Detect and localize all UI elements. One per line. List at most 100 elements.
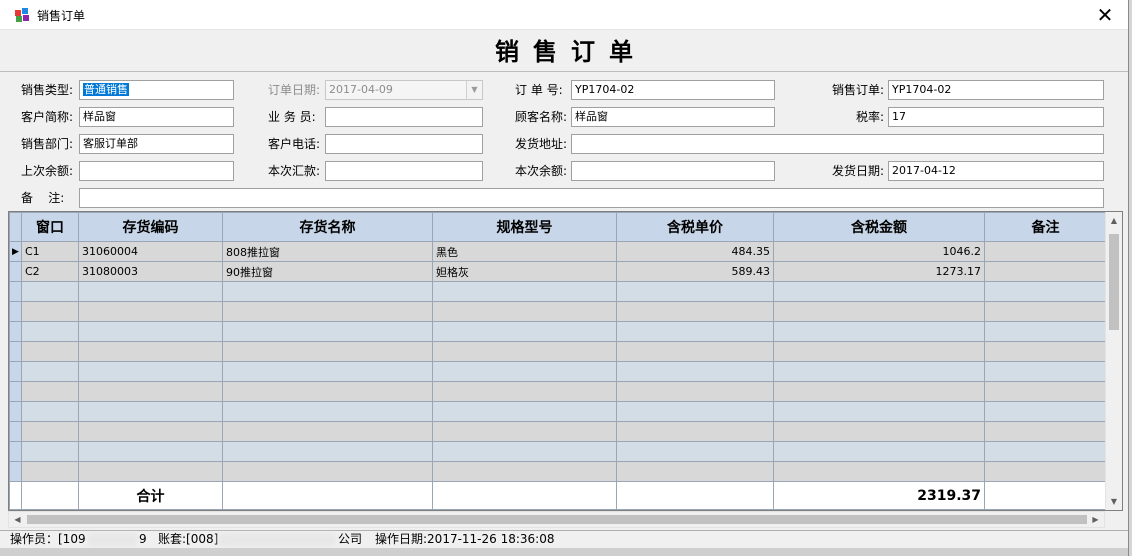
prev-balance-input[interactable] bbox=[79, 161, 234, 181]
table-row[interactable]: C2 31080003 90推拉窗 妲格灰 589.43 1273.17 bbox=[9, 261, 1107, 282]
empty-row[interactable] bbox=[9, 421, 1107, 442]
row-indicator-header bbox=[9, 212, 22, 242]
empty-row[interactable] bbox=[9, 441, 1107, 462]
empty-row[interactable] bbox=[9, 281, 1107, 302]
table-row[interactable]: ▶ C1 31060004 808推拉窗 黑色 484.35 1046.2 bbox=[9, 241, 1107, 262]
client-phone-input[interactable] bbox=[325, 134, 483, 154]
background-window-edge bbox=[0, 548, 1128, 556]
client-phone-label: 客户电话: bbox=[268, 137, 321, 151]
scroll-up-icon[interactable]: ▲ bbox=[1106, 212, 1122, 229]
empty-row[interactable] bbox=[9, 381, 1107, 402]
vertical-scroll-thumb[interactable] bbox=[1109, 234, 1119, 330]
column-header[interactable]: 窗口 bbox=[21, 212, 79, 242]
row-indicator bbox=[9, 261, 22, 282]
ship-date-label: 发货日期: bbox=[832, 164, 885, 178]
cell-amount[interactable]: 1046.2 bbox=[773, 241, 985, 262]
row-pointer-icon: ▶ bbox=[9, 241, 22, 262]
cell-unit-price[interactable]: 484.35 bbox=[616, 241, 774, 262]
redacted-area bbox=[88, 533, 138, 547]
cell-spec[interactable]: 黑色 bbox=[432, 241, 617, 262]
cell-code[interactable]: 31060004 bbox=[78, 241, 223, 262]
salesman-input[interactable] bbox=[325, 107, 483, 127]
column-header[interactable]: 备注 bbox=[984, 212, 1107, 242]
scroll-right-icon[interactable]: ▶ bbox=[1087, 512, 1104, 527]
empty-row[interactable] bbox=[9, 461, 1107, 482]
sale-type-input[interactable]: 普通销售 bbox=[79, 80, 234, 100]
cell-note[interactable] bbox=[984, 241, 1107, 262]
cell-amount[interactable]: 1273.17 bbox=[773, 261, 985, 282]
window-title: 销售订单 bbox=[37, 9, 86, 23]
customer-short-label: 客户简称: bbox=[21, 110, 74, 124]
status-account: 账套:[008] bbox=[158, 532, 219, 546]
app-icon bbox=[15, 8, 29, 22]
status-company: 公司 bbox=[338, 532, 363, 546]
scroll-left-icon[interactable]: ◀ bbox=[9, 512, 26, 527]
status-op-date: 操作日期:2017-11-26 18:36:08 bbox=[375, 532, 555, 546]
cell-name[interactable]: 90推拉窗 bbox=[222, 261, 433, 282]
order-items-table: 窗口 存货编码 存货名称 规格型号 含税单价 含税金额 备注 ▶ C1 3106… bbox=[9, 212, 1107, 510]
column-header[interactable]: 含税单价 bbox=[616, 212, 774, 242]
cell-window[interactable]: C2 bbox=[21, 261, 79, 282]
order-date-picker[interactable]: 2017-04-09 ▼ bbox=[325, 80, 483, 100]
this-remit-input[interactable] bbox=[325, 161, 483, 181]
sale-order-label: 销售订单: bbox=[832, 83, 885, 97]
remark-label: 备 注: bbox=[21, 191, 65, 205]
form-title: 销售订单 bbox=[0, 30, 1128, 72]
cell-name[interactable]: 808推拉窗 bbox=[222, 241, 433, 262]
sales-dept-label: 销售部门: bbox=[21, 137, 74, 151]
order-date-value: 2017-04-09 bbox=[329, 83, 393, 96]
sales-dept-input[interactable]: 客服订单部 bbox=[79, 134, 234, 154]
horizontal-scroll-thumb[interactable] bbox=[27, 515, 1087, 524]
client-name-input[interactable]: 样品窗 bbox=[571, 107, 775, 127]
ship-address-input[interactable] bbox=[571, 134, 1104, 154]
vertical-scrollbar[interactable]: ▲ ▼ bbox=[1105, 212, 1122, 510]
order-no-input[interactable]: YP1704-02 bbox=[571, 80, 775, 100]
sale-order-input[interactable]: YP1704-02 bbox=[888, 80, 1104, 100]
salesman-label: 业 务 员: bbox=[268, 110, 316, 124]
tax-rate-label: 税率: bbox=[856, 110, 885, 124]
remark-input[interactable] bbox=[79, 188, 1104, 208]
scroll-down-icon[interactable]: ▼ bbox=[1106, 493, 1122, 510]
prev-balance-label: 上次余额: bbox=[21, 164, 74, 178]
status-operator: 操作员：[109 bbox=[10, 532, 86, 546]
order-date-label: 订单日期: bbox=[268, 83, 321, 97]
cell-window[interactable]: C1 bbox=[21, 241, 79, 262]
ship-date-input[interactable]: 2017-04-12 bbox=[888, 161, 1104, 181]
summary-label: 合计 bbox=[78, 481, 223, 510]
cell-unit-price[interactable]: 589.43 bbox=[616, 261, 774, 282]
column-header[interactable]: 存货编码 bbox=[78, 212, 223, 242]
order-no-label: 订 单 号: bbox=[515, 83, 563, 97]
cell-note[interactable] bbox=[984, 261, 1107, 282]
this-balance-input[interactable] bbox=[571, 161, 775, 181]
chevron-down-icon[interactable]: ▼ bbox=[466, 81, 482, 99]
background-window-edge bbox=[1128, 0, 1132, 556]
empty-row[interactable] bbox=[9, 321, 1107, 342]
cell-spec[interactable]: 妲格灰 bbox=[432, 261, 617, 282]
customer-short-input[interactable]: 样品窗 bbox=[79, 107, 234, 127]
sale-type-value: 普通销售 bbox=[83, 83, 129, 96]
this-balance-label: 本次余额: bbox=[515, 164, 568, 178]
column-header[interactable]: 存货名称 bbox=[222, 212, 433, 242]
sale-type-label: 销售类型: bbox=[21, 83, 74, 97]
redacted-area bbox=[218, 533, 336, 547]
grid-header-row: 窗口 存货编码 存货名称 规格型号 含税单价 含税金额 备注 bbox=[9, 212, 1107, 242]
summary-total: 2319.37 bbox=[773, 481, 985, 510]
close-button[interactable]: ✕ bbox=[1082, 0, 1128, 30]
status-operator-tail: 9 bbox=[139, 532, 147, 546]
tax-rate-input[interactable]: 17 bbox=[888, 107, 1104, 127]
column-header[interactable]: 规格型号 bbox=[432, 212, 617, 242]
summary-row: 合计 2319.37 bbox=[9, 481, 1107, 510]
title-bar: 销售订单 ✕ bbox=[0, 0, 1128, 30]
order-items-grid[interactable]: 窗口 存货编码 存货名称 规格型号 含税单价 含税金额 备注 ▶ C1 3106… bbox=[8, 211, 1123, 511]
this-remit-label: 本次汇款: bbox=[268, 164, 321, 178]
empty-row[interactable] bbox=[9, 341, 1107, 362]
empty-row[interactable] bbox=[9, 361, 1107, 382]
empty-row[interactable] bbox=[9, 401, 1107, 422]
ship-address-label: 发货地址: bbox=[515, 137, 568, 151]
horizontal-scrollbar[interactable]: ◀ ▶ bbox=[8, 511, 1105, 528]
column-header[interactable]: 含税金额 bbox=[773, 212, 985, 242]
empty-row[interactable] bbox=[9, 301, 1107, 322]
cell-code[interactable]: 31080003 bbox=[78, 261, 223, 282]
close-icon: ✕ bbox=[1096, 3, 1114, 27]
status-bar: 操作员：[109 9 账套:[008] 公司 操作日期:2017-11-26 1… bbox=[0, 530, 1128, 548]
